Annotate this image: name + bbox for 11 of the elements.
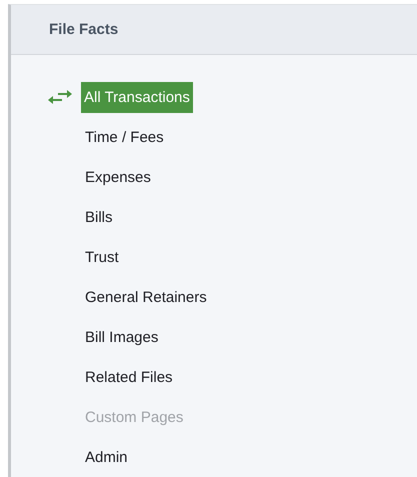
- panel-title: File Facts: [49, 21, 118, 38]
- swap-arrows-icon: [48, 90, 72, 104]
- nav-item[interactable]: Bills: [81, 202, 116, 232]
- nav-item[interactable]: Admin: [81, 442, 131, 472]
- nav-item[interactable]: Trust: [81, 242, 122, 272]
- nav-item[interactable]: Expenses: [81, 162, 154, 192]
- nav-item[interactable]: Bill Images: [81, 322, 162, 352]
- nav-item[interactable]: Time / Fees: [81, 122, 167, 152]
- nav-item[interactable]: General Retainers: [81, 282, 210, 312]
- nav-item[interactable]: All Transactions: [81, 82, 193, 112]
- nav-item[interactable]: Related Files: [81, 362, 176, 392]
